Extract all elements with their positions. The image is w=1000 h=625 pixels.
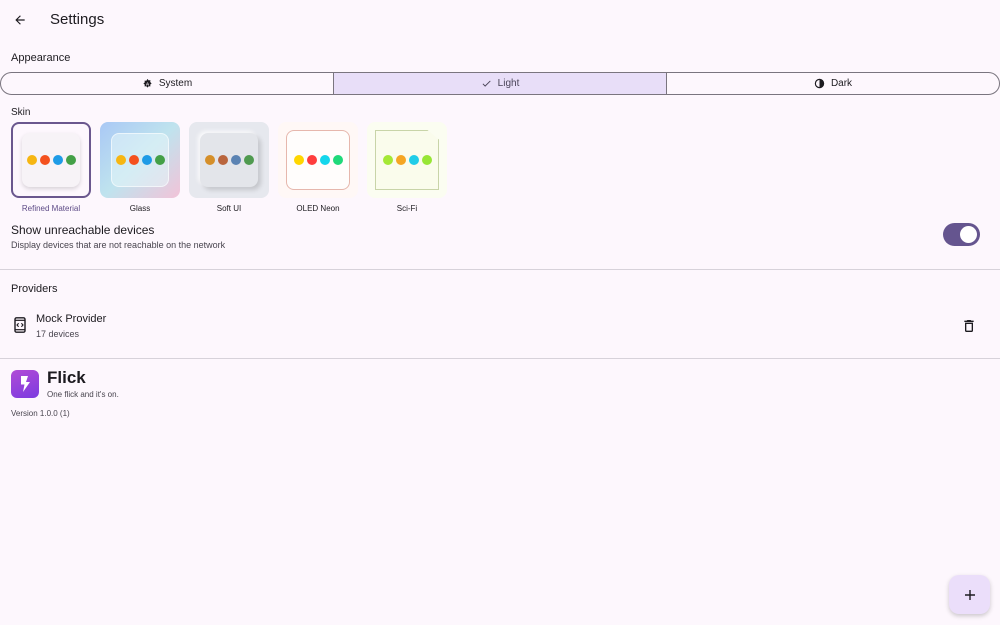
color-dot xyxy=(154,155,165,165)
page-title: Settings xyxy=(50,11,105,28)
divider xyxy=(0,358,1000,359)
color-dot xyxy=(395,155,406,165)
moon-icon xyxy=(814,78,825,89)
theme-option-label: Light xyxy=(497,78,520,89)
app-name: Flick xyxy=(47,368,86,387)
skin-preview xyxy=(11,122,91,198)
color-dot xyxy=(115,155,126,165)
skin-label: Skin xyxy=(11,107,31,118)
app-version: Version 1.0.0 (1) xyxy=(11,409,70,418)
skin-option-label: Refined Material xyxy=(21,204,81,213)
mock-device-icon xyxy=(14,317,26,333)
divider xyxy=(0,269,1000,270)
setting-subtitle: Display devices that are not reachable o… xyxy=(11,240,226,250)
color-dot xyxy=(141,155,152,165)
theme-option-light[interactable]: Light xyxy=(333,73,666,94)
skin-option-label: Sci-Fi xyxy=(396,204,418,213)
skin-option-label: Soft UI xyxy=(216,204,242,213)
color-dot xyxy=(65,155,76,165)
providers-label: Providers xyxy=(11,283,58,295)
skin-option-label: Glass xyxy=(129,204,151,213)
color-dot xyxy=(128,155,139,165)
skin-preview xyxy=(189,122,269,198)
color-dot xyxy=(52,155,63,165)
skin-preview xyxy=(278,122,358,198)
back-button[interactable] xyxy=(8,8,32,32)
app-logo xyxy=(11,370,39,398)
theme-option-label: Dark xyxy=(830,78,853,89)
skin-preview xyxy=(367,122,447,198)
lightning-bolt-icon xyxy=(21,376,30,392)
add-provider-button[interactable] xyxy=(949,575,990,614)
plus-icon xyxy=(964,589,975,600)
show-unreachable-switch[interactable] xyxy=(943,223,980,246)
color-dot xyxy=(332,155,343,165)
provider-item[interactable]: Mock Provider 17 devices xyxy=(0,308,1000,344)
skin-option-refined-material[interactable]: Refined Material xyxy=(11,122,91,213)
skin-option-soft-ui[interactable]: Soft UI xyxy=(189,122,269,213)
color-dot xyxy=(293,155,304,165)
color-dot xyxy=(382,155,393,165)
color-dot xyxy=(408,155,419,165)
color-dot xyxy=(306,155,317,165)
arrow-left-icon xyxy=(15,15,25,25)
theme-option-dark[interactable]: Dark xyxy=(666,73,999,94)
skin-preview xyxy=(100,122,180,198)
color-dot xyxy=(421,155,432,165)
skin-option-oled-neon[interactable]: OLED Neon xyxy=(278,122,358,213)
check-icon xyxy=(481,78,492,89)
app-bar: Settings xyxy=(0,0,1000,40)
skin-option-sci-fi[interactable]: Sci-Fi xyxy=(367,122,447,213)
color-dot xyxy=(217,155,228,165)
theme-option-label: System xyxy=(158,78,193,89)
switch-knob xyxy=(960,226,977,243)
appearance-label: Appearance xyxy=(11,52,71,64)
theme-segmented-control: A System Light Dark xyxy=(0,72,1000,95)
skin-picker: Refined Material Glass Soft UI OLED Neon… xyxy=(11,122,447,213)
skin-option-label: OLED Neon xyxy=(296,204,340,213)
trash-icon[interactable] xyxy=(961,318,977,334)
app-tagline: One flick and it's on. xyxy=(47,390,119,399)
auto-mode-icon: A xyxy=(142,78,153,89)
provider-name: Mock Provider xyxy=(36,313,107,325)
theme-option-system[interactable]: A System xyxy=(1,73,333,94)
color-dot xyxy=(39,155,50,165)
color-dot xyxy=(319,155,330,165)
show-unreachable-setting: Show unreachable devices Display devices… xyxy=(11,223,996,255)
color-dot xyxy=(26,155,37,165)
setting-title: Show unreachable devices xyxy=(11,223,155,237)
color-dot xyxy=(204,155,215,165)
provider-device-count: 17 devices xyxy=(36,329,80,339)
skin-option-glass[interactable]: Glass xyxy=(100,122,180,213)
color-dot xyxy=(243,155,254,165)
color-dot xyxy=(230,155,241,165)
